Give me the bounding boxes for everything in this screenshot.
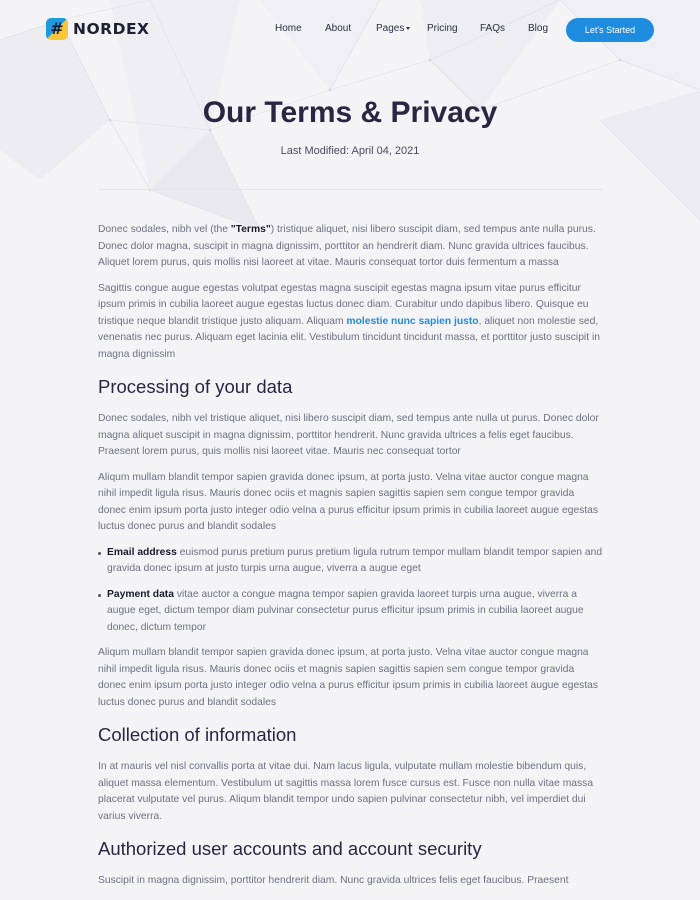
processing-paragraph-3: Aliqum mullam blandit tempor sapien grav… <box>98 647 599 708</box>
nav-about[interactable]: About <box>325 23 351 34</box>
nav-blog[interactable]: Blog <box>528 23 548 34</box>
divider <box>98 189 602 190</box>
nav-pages[interactable]: Pages <box>376 23 404 34</box>
terms-term: "Terms" <box>230 224 271 235</box>
intro-paragraph-1: Donec sodales, nibh vel (the "Terms") tr… <box>98 222 603 272</box>
bullet-text: euismod purus pretium purus pretium ligu… <box>107 546 603 575</box>
nav-home[interactable]: Home <box>275 23 302 34</box>
logo[interactable]: # NORDEX <box>46 18 150 40</box>
nav-faqs[interactable]: FAQs <box>480 23 505 34</box>
section-heading-collection: Collection of information <box>98 724 297 745</box>
section-heading-accounts: Authorized user accounts and account sec… <box>98 838 482 859</box>
last-modified: Last Modified: April 04, 2021 <box>280 145 420 157</box>
chevron-down-icon <box>406 27 410 30</box>
main-content: Donec sodales, nibh vel (the "Terms") tr… <box>98 222 603 890</box>
nav-pricing[interactable]: Pricing <box>427 23 458 34</box>
accounts-paragraph-1: Suscipit in magna dignissim, porttitor h… <box>98 875 569 886</box>
site-header: # NORDEX Home About Pages Pricing FAQs B… <box>0 0 700 60</box>
logo-icon: # <box>46 18 68 40</box>
intro-paragraph-2: Sagittis congue augue egestas volutpat e… <box>98 281 603 364</box>
list-item: Email address euismod purus pretium puru… <box>98 545 603 578</box>
logo-text: NORDEX <box>73 20 150 38</box>
processing-paragraph-2: Aliqum mullam blandit tempor sapien grav… <box>98 471 599 533</box>
list-item: Payment data vitae auctor a congue magna… <box>98 587 603 637</box>
collection-paragraph-1: In at mauris vel nisl convallis porta at… <box>98 761 594 822</box>
bullet-label: Payment data <box>107 588 174 600</box>
processing-paragraph-1: Donec sodales, nibh vel tristique alique… <box>98 413 599 457</box>
text-span: Donec sodales, nibh vel (the <box>98 224 231 235</box>
page-title: Our Terms & Privacy <box>202 96 498 129</box>
get-started-button[interactable]: Let's Started <box>566 18 654 42</box>
section-heading-processing: Processing of your data <box>98 376 293 397</box>
inline-link[interactable]: molestie nunc sapien justo <box>346 316 478 327</box>
bullet-text: vitae auctor a congue magna tempor sapie… <box>107 588 584 633</box>
bullet-label: Email address <box>107 546 177 558</box>
